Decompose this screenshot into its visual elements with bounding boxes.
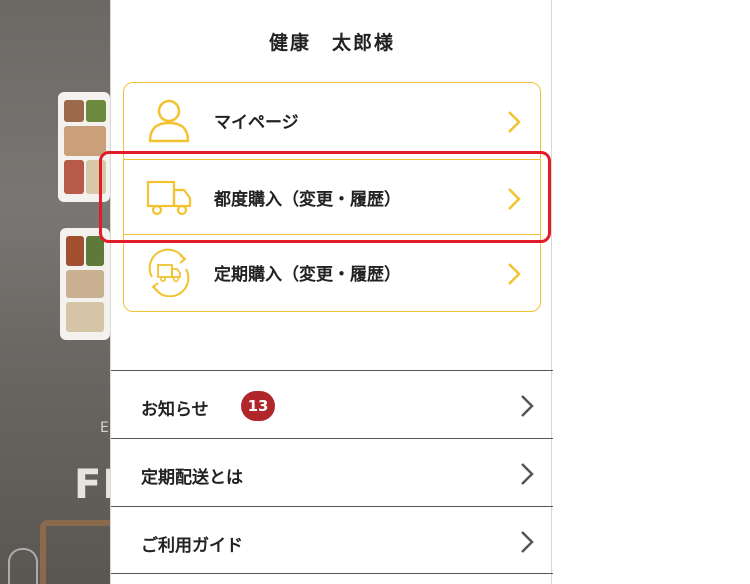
menu-item-mypage[interactable]: マイページ bbox=[124, 83, 540, 159]
person-icon bbox=[144, 95, 194, 145]
nav-item-user-guide[interactable]: ご利用ガイド bbox=[111, 506, 553, 574]
nav-item-subscription-about[interactable]: 定期配送とは bbox=[111, 438, 553, 506]
chair-image bbox=[40, 520, 110, 584]
recurring-delivery-icon bbox=[144, 247, 194, 298]
nav-item-label: ご利用ガイド bbox=[141, 536, 243, 556]
chevron-right-icon bbox=[506, 261, 522, 287]
menu-item-one-time-purchase[interactable]: 都度購入（変更・履歴） bbox=[124, 159, 540, 235]
menu-item-label: 定期購入（変更・履歴） bbox=[214, 265, 401, 285]
glass-image bbox=[8, 548, 38, 584]
notification-count-badge: 13 bbox=[241, 391, 275, 421]
menu-drawer: 健康 太郎様 マイページ 都度購入（変更・履歴） 定期購入（変更・履歴） お知ら… bbox=[110, 0, 553, 584]
nav-item-news[interactable]: お知らせ 13 bbox=[111, 370, 553, 438]
background-small-text: E bbox=[100, 420, 109, 436]
delivery-truck-icon bbox=[144, 172, 194, 222]
menu-item-label: 都度購入（変更・履歴） bbox=[214, 190, 401, 210]
meal-box-image-2 bbox=[60, 228, 110, 340]
chevron-right-icon bbox=[519, 529, 535, 555]
nav-item-label: 定期配送とは bbox=[141, 468, 243, 488]
menu-item-label: マイページ bbox=[214, 113, 299, 133]
chevron-right-icon bbox=[506, 186, 522, 212]
meal-box-image bbox=[58, 92, 110, 202]
chevron-right-icon bbox=[506, 109, 522, 135]
account-menu-card: マイページ 都度購入（変更・履歴） 定期購入（変更・履歴） bbox=[123, 82, 541, 312]
chevron-right-icon bbox=[519, 393, 535, 419]
nav-item-label: お知らせ bbox=[141, 400, 209, 420]
nav-list: お知らせ 13 定期配送とは ご利用ガイド bbox=[111, 370, 553, 574]
chevron-right-icon bbox=[519, 461, 535, 487]
user-name: 健康 太郎様 bbox=[268, 32, 395, 54]
menu-item-subscription-purchase[interactable]: 定期購入（変更・履歴） bbox=[124, 235, 540, 311]
